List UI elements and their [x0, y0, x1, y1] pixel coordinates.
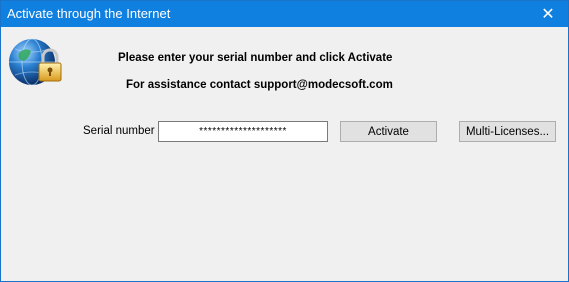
serial-number-input[interactable] [158, 121, 328, 142]
close-button[interactable]: ✕ [528, 1, 568, 27]
multi-licenses-button[interactable]: Multi-Licenses... [459, 121, 556, 142]
title-bar[interactable]: Activate through the Internet ✕ [1, 1, 568, 27]
support-contact-text: For assistance contact support@modecsoft… [126, 79, 393, 91]
activate-button[interactable]: Activate [340, 121, 437, 142]
close-icon: ✕ [541, 6, 555, 23]
serial-number-label: Serial number [83, 125, 155, 137]
activation-dialog: Activate through the Internet ✕ Please e… [0, 0, 569, 282]
window-title: Activate through the Internet [7, 6, 171, 21]
instruction-text: Please enter your serial number and clic… [118, 52, 393, 64]
globe-lock-icon [9, 38, 62, 86]
